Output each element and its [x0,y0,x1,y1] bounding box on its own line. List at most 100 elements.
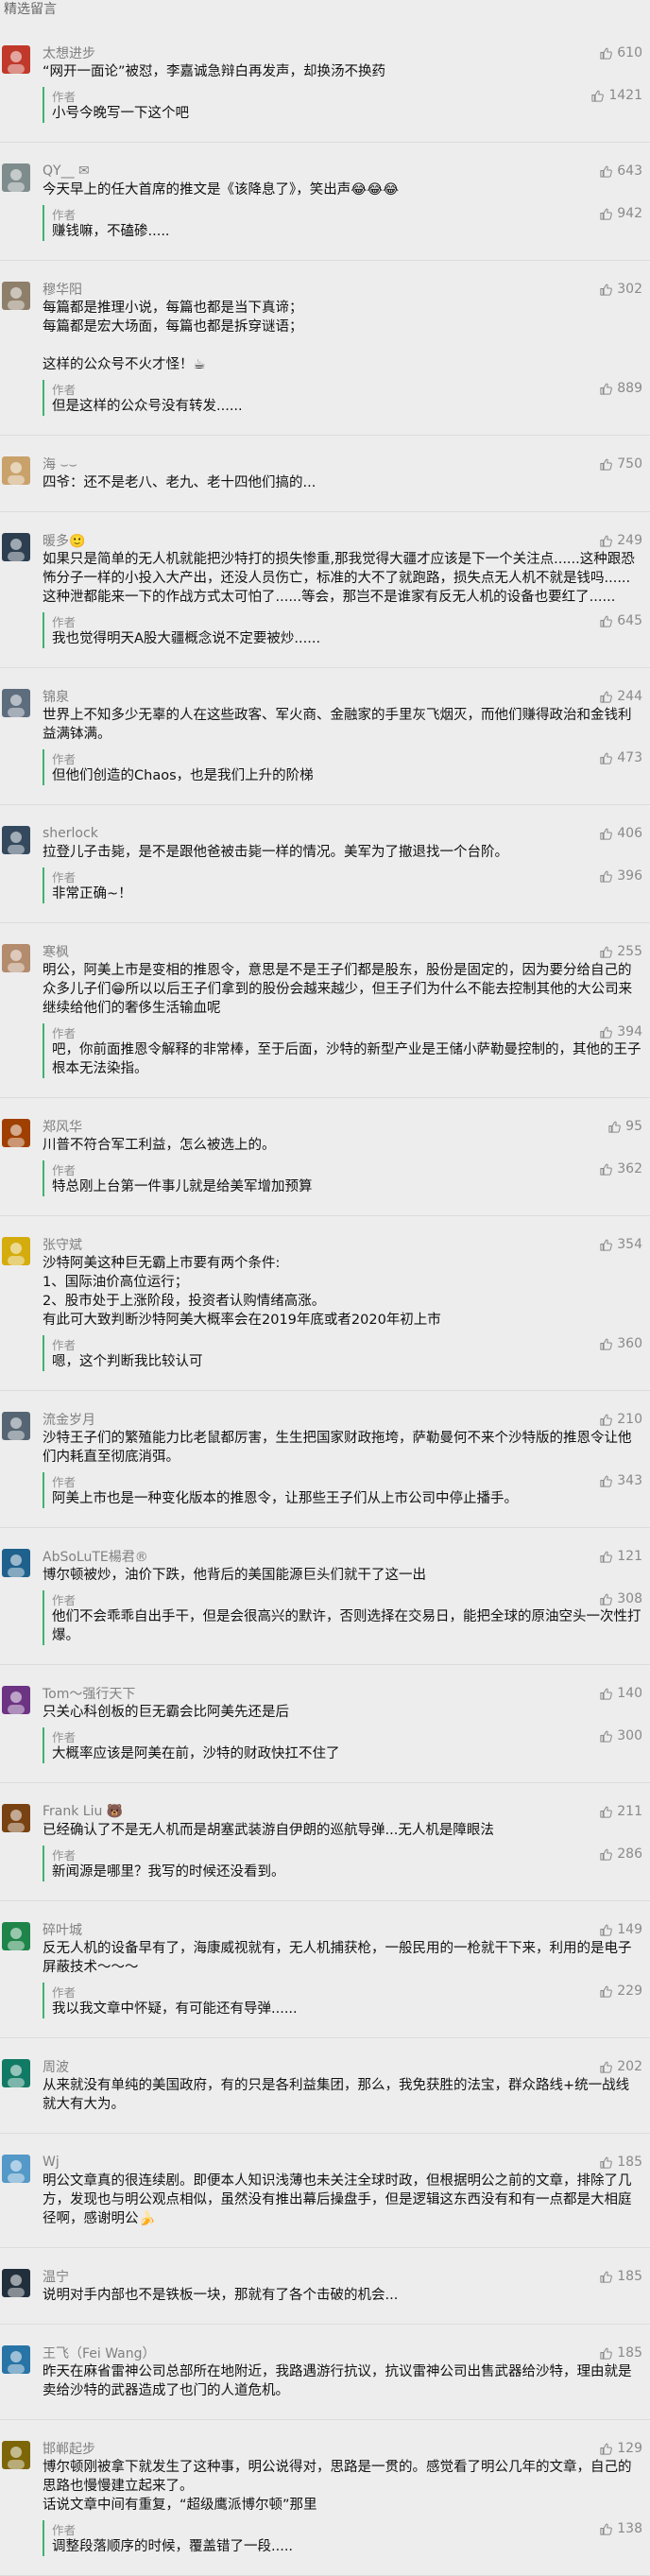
like-count: 610 [617,45,642,60]
like-button[interactable]: 121 [599,1549,642,1564]
commenter-nickname: Frank Liu 🐻 [43,1804,124,1819]
author-reply-text: 但是这样的公众号没有转发...... [52,399,243,414]
avatar[interactable] [2,1804,30,1832]
author-reply-text: 大概率应该是阿美在前，沙特的财政快扛不住了 [52,1746,340,1761]
like-button[interactable]: 210 [599,1412,642,1427]
like-button[interactable]: 643 [599,163,642,179]
like-button[interactable]: 255 [599,944,642,959]
like-button[interactable]: 302 [599,282,642,297]
comment-item: Frank Liu 🐻 211 已经确认了不是无人机而是胡塞武装游自伊朗的巡航导弹.… [0,1783,650,1900]
reply-like-count: 889 [617,381,642,396]
like-button[interactable]: 129 [599,2441,642,2456]
reply-like-button[interactable]: 1421 [590,88,642,103]
reply-like-button[interactable]: 396 [599,868,642,884]
comment-item: 海 ⌣⌣ 750 四爷：还不是老八、老九、老十四他们搞的... [0,436,650,511]
avatar[interactable] [2,282,30,310]
reply-like-button[interactable]: 286 [599,1846,642,1862]
avatar[interactable] [2,1686,30,1714]
like-count: 354 [617,1237,642,1252]
like-button[interactable]: 244 [599,689,642,704]
author-reply-text: 非常正确~！ [52,886,132,902]
author-reply-header: 作者 300 [52,1727,642,1744]
like-button[interactable]: 202 [599,2059,642,2074]
like-button[interactable]: 610 [599,45,642,60]
comment-text: 明公文章真的很连续剧。即便本人知识浅薄也未关注全球时政，但根据明公之前的文章，排… [43,2173,632,2226]
comment-content: Tom～强行天下 140 只关心科创板的巨无霸会比阿美先还是后 作者 300 大概率应该是… [43,1684,642,1763]
like-button[interactable]: 185 [599,2269,642,2284]
avatar[interactable] [2,2059,30,2087]
like-button[interactable]: 95 [607,1119,642,1134]
comment-item: 周波 202 从来就没有单纯的美国政府，有的只是各利益集团，那么，我免获胜的法宝，群… [0,2038,650,2133]
avatar[interactable] [2,944,30,972]
comment-item: 暖多🙂 249 如果只是简单的无人机就能把沙特打的损失惨重,那我觉得大疆才应该是下一… [0,512,650,667]
like-count: 185 [617,2155,642,2170]
commenter-nickname: 郑风华 [43,1120,82,1135]
like-count: 121 [617,1549,642,1564]
reply-like-button[interactable]: 308 [599,1591,642,1606]
like-count: 95 [625,1119,642,1134]
like-button[interactable]: 249 [599,533,642,548]
comment-header: 锦泉 244 [43,687,642,706]
reply-like-button[interactable]: 473 [599,750,642,765]
avatar[interactable] [2,1119,30,1147]
reply-like-button[interactable]: 138 [599,2521,642,2536]
like-button[interactable]: 149 [599,1922,642,1937]
reply-like-button[interactable]: 300 [599,1728,642,1743]
comment-header: 穆华阳 302 [43,280,642,299]
like-button[interactable]: 211 [599,1804,642,1819]
reply-like-button[interactable]: 942 [599,206,642,221]
comment-header: 碎叶城 149 [43,1920,642,1939]
reply-like-button[interactable]: 362 [599,1161,642,1176]
avatar[interactable] [2,45,30,74]
avatar[interactable] [2,533,30,561]
reply-like-button[interactable]: 229 [599,1984,642,1999]
thumbs-up-icon [591,90,605,102]
comment-content: 寒枫 255 明公，阿美上市是变相的推恩令，意思是不是王子们都是股东，股份是固定的，… [43,942,642,1078]
avatar[interactable] [2,456,30,485]
comment-text: 每篇都是推理小说，每篇也都是当下真谛； 每篇都是宏大场面，每篇也都是拆穿谜语； … [43,301,303,372]
thumbs-up-icon [600,1848,613,1861]
reply-like-count: 473 [617,750,642,765]
comment-text: 反无人机的设备早有了，海康威视就有，无人机捕获枪，一般民用的一枪就干下来，利用的… [43,1941,632,1975]
thumbs-up-icon [600,383,613,395]
author-reply: 作者 889 但是这样的公众号没有转发...... [43,380,642,416]
reply-like-button[interactable]: 394 [599,1024,642,1039]
like-button[interactable]: 185 [599,2155,642,2170]
comment-header: 周波 202 [43,2057,642,2076]
thumbs-up-icon [600,752,613,764]
avatar[interactable] [2,2345,30,2374]
avatar[interactable] [2,1549,30,1577]
reply-like-button[interactable]: 889 [599,381,642,396]
avatar[interactable] [2,1412,30,1440]
comment-item: 王飞（Fei Wang） 185 昨天在麻省雷神公司总部所在地附近，我路遇游行抗议，… [0,2325,650,2419]
like-button[interactable]: 140 [599,1686,642,1701]
like-button[interactable]: 185 [599,2345,642,2361]
author-reply-header: 作者 308 [52,1590,642,1607]
avatar[interactable] [2,2269,30,2297]
thumbs-up-icon [600,2156,613,2169]
author-reply-text: 调整段落顺序的时候，覆盖错了一段..... [52,2539,294,2554]
like-button[interactable]: 354 [599,1237,642,1252]
like-button[interactable]: 406 [599,826,642,841]
reply-like-count: 286 [617,1846,642,1862]
reply-like-button[interactable]: 343 [599,1473,642,1488]
avatar[interactable] [2,689,30,717]
avatar[interactable] [2,2441,30,2469]
author-reply: 作者 360 嗯，这个判断我比较认可 [43,1335,642,1371]
reply-like-button[interactable]: 360 [599,1336,642,1351]
avatar[interactable] [2,826,30,854]
comment-item: QY__ ✉ 643 今天早上的任大首席的推文是《该降息了》，笑出声😂😂😂 作者 942… [0,143,650,260]
author-tag: 作者 [52,1592,77,1607]
avatar[interactable] [2,1237,30,1265]
commenter-nickname: 暖多🙂 [43,534,86,549]
comment-content: 邯郸起步 129 博尔顿刚被拿下就发生了这种事，明公说得对，思路是一贯的。感觉看了明… [43,2439,642,2556]
author-reply: 作者 942 赚钱嘛，不磕碜..... [43,205,642,241]
comment-text: 拉登儿子击毙，是不是跟他爸被击毙一样的情况。美军为了撤退找一个台阶。 [43,845,508,860]
avatar[interactable] [2,1922,30,1950]
comment-content: 海 ⌣⌣ 750 四爷：还不是老八、老九、老十四他们搞的... [43,455,642,492]
avatar[interactable] [2,2155,30,2183]
like-button[interactable]: 750 [599,456,642,472]
thumbs-up-icon [600,535,613,547]
avatar[interactable] [2,163,30,192]
reply-like-button[interactable]: 645 [599,613,642,628]
